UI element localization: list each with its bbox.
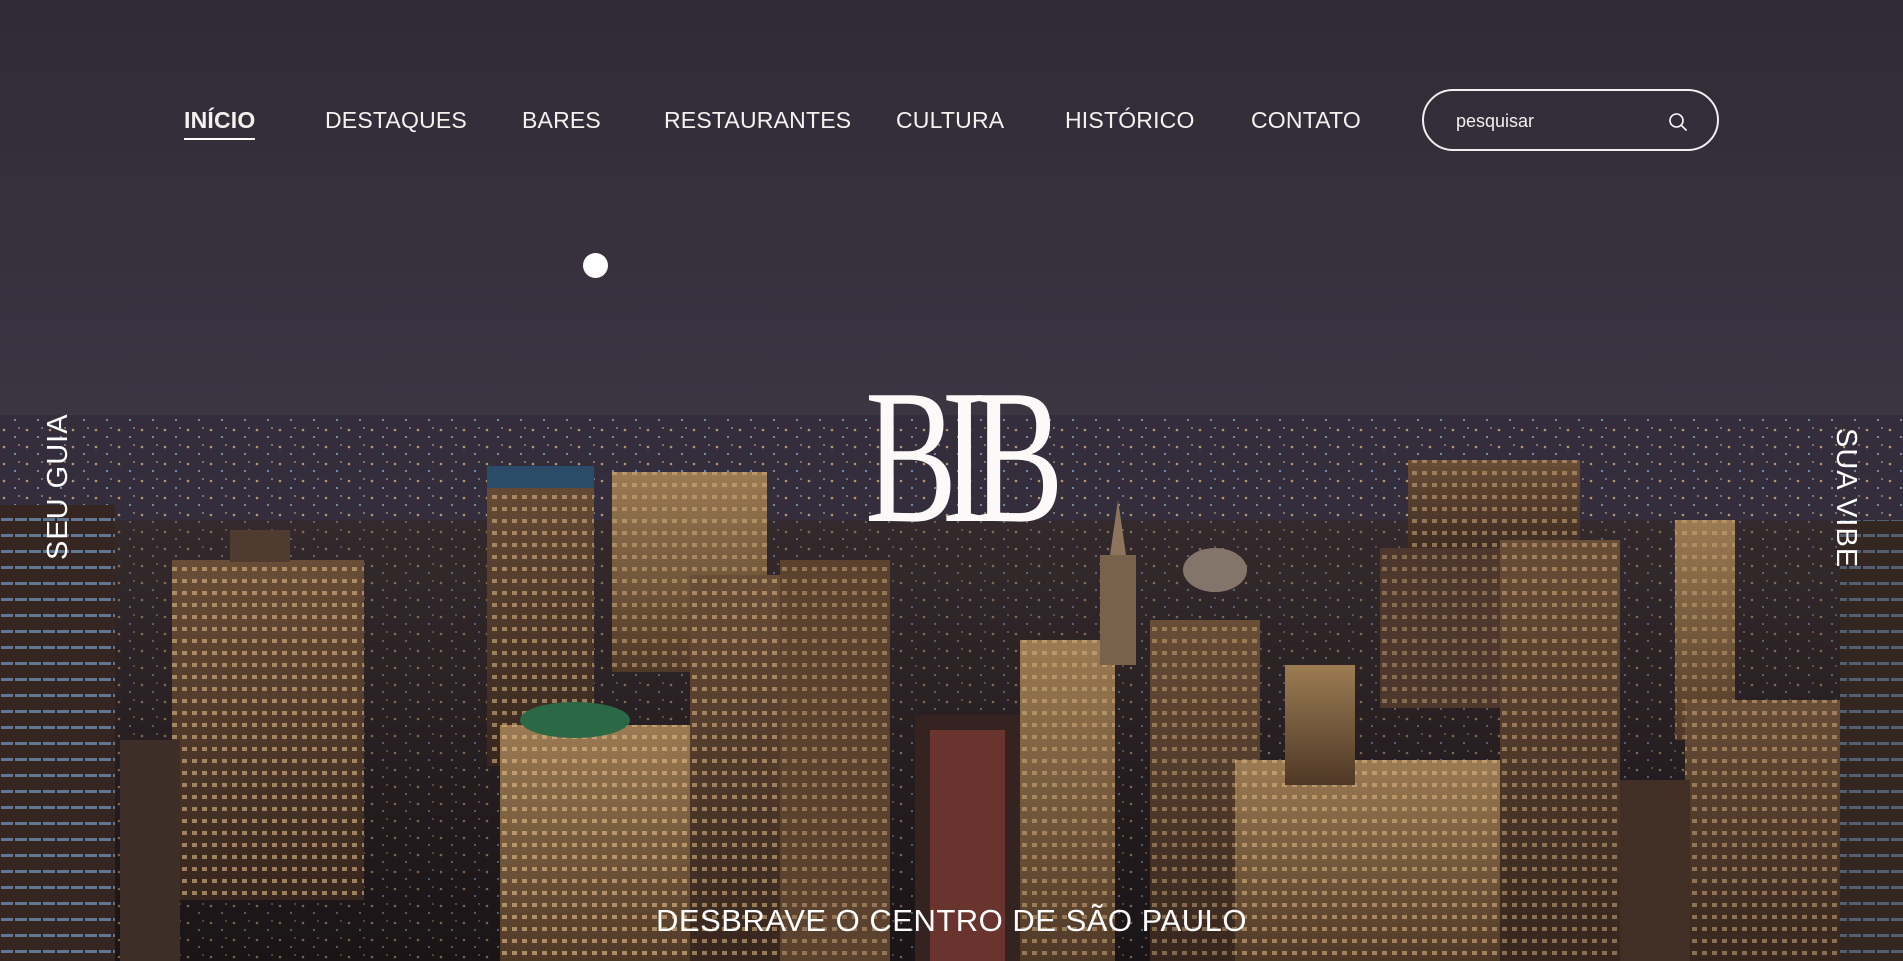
nav-item-restaurantes[interactable]: RESTAURANTES — [664, 106, 851, 134]
side-text-seu-guia: SEU GUIA — [42, 413, 74, 560]
main-nav: INÍCIO DESTAQUES BARES RESTAURANTES CULT… — [0, 0, 1903, 200]
hero-tagline: DESBRAVE O CENTRO DE SÃO PAULO — [656, 903, 1247, 938]
nav-item-inicio[interactable]: INÍCIO — [184, 106, 256, 140]
cursor-dot — [583, 253, 608, 278]
bib-logo: BIB — [865, 350, 1064, 563]
search-box — [1422, 89, 1719, 151]
nav-item-cultura[interactable]: CULTURA — [896, 106, 1004, 134]
nav-item-contato[interactable]: CONTATO — [1251, 106, 1361, 134]
nav-item-bares[interactable]: BARES — [522, 106, 601, 134]
hero-section: INÍCIO DESTAQUES BARES RESTAURANTES CULT… — [0, 0, 1903, 961]
search-icon[interactable] — [1667, 111, 1689, 133]
search-input[interactable] — [1456, 107, 1646, 135]
nav-item-destaques[interactable]: DESTAQUES — [325, 106, 467, 134]
nav-item-historico[interactable]: HISTÓRICO — [1065, 106, 1195, 134]
side-text-sua-vibe: SUA VIBE — [1830, 428, 1862, 569]
